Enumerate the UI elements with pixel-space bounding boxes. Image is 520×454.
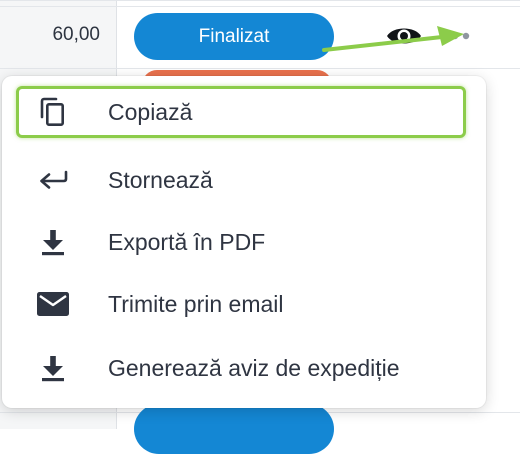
copy-icon [36,95,70,129]
row-divider [0,68,520,69]
menu-item-copy[interactable]: Copiază [2,82,486,142]
menu-item-label: Stornează [108,166,213,193]
row-actions-menu: Copiază Stornează Exportă în PDF Trimite… [2,76,486,408]
menu-item-export-pdf[interactable]: Exportă în PDF [2,212,486,272]
row-divider [0,6,520,7]
download-icon [36,225,70,259]
menu-item-label: Trimite prin email [108,290,284,317]
return-arrow-icon [36,163,70,197]
menu-item-label: Generează aviz de expediție [108,354,400,381]
status-badge-finalized[interactable]: Finalizat [134,13,334,60]
menu-item-label: Exportă în PDF [108,228,266,255]
row-divider [0,0,520,1]
download-icon [36,351,70,385]
menu-item-label: Copiază [108,98,193,125]
status-badge[interactable] [134,404,334,454]
annotation-arrow-icon [322,26,464,52]
menu-item-send-email[interactable]: Trimite prin email [2,274,486,334]
amount-cell: 60,00 [52,24,100,45]
menu-item-generate-delivery-note[interactable]: Generează aviz de expediție [2,338,486,398]
mail-icon [36,287,70,321]
menu-item-reverse[interactable]: Stornează [2,150,486,210]
